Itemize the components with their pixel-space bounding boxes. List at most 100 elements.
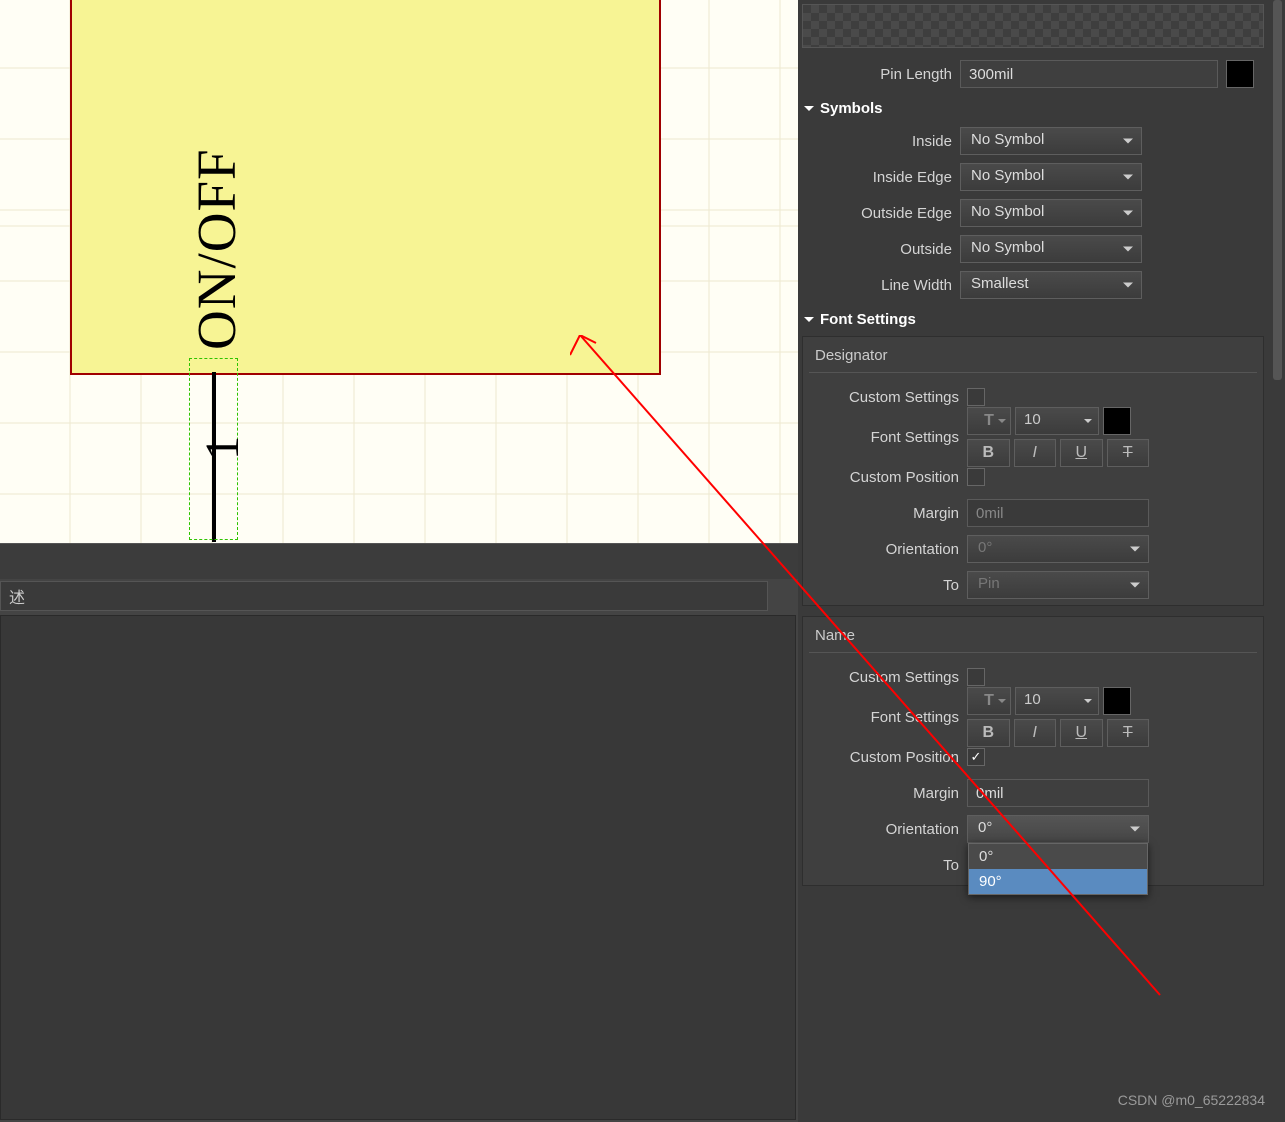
outside-dropdown[interactable]: No Symbol (960, 235, 1142, 263)
outside-label: Outside (802, 241, 952, 258)
name-font-color-swatch[interactable] (1103, 687, 1131, 715)
chevron-down-icon (1130, 547, 1140, 552)
bold-icon: B (982, 724, 994, 742)
pin-name-label: ON/OFF (185, 148, 248, 350)
chevron-down-icon (1130, 583, 1140, 588)
outside-edge-value: No Symbol (971, 203, 1044, 220)
preview-box (802, 4, 1264, 48)
strikethrough-icon: T (1123, 444, 1133, 462)
designator-header: Designator (809, 343, 1257, 373)
line-width-label: Line Width (802, 277, 952, 294)
panel-scrollbar[interactable] (1270, 0, 1285, 1122)
name-font-size-value: 10 (1024, 691, 1041, 708)
designator-custom-position-checkbox[interactable] (967, 468, 985, 486)
outside-edge-label: Outside Edge (802, 205, 952, 222)
chevron-down-icon (1130, 827, 1140, 832)
designator-group: Designator Custom Settings Font Settings… (802, 336, 1264, 606)
name-custom-position-label: Custom Position (809, 749, 959, 766)
underline-icon: U (1075, 724, 1087, 742)
font-settings-section-header[interactable]: Font Settings (802, 303, 1264, 334)
chevron-down-icon (998, 419, 1006, 423)
font-settings-header-text: Font Settings (820, 311, 916, 328)
pin-length-label: Pin Length (802, 66, 952, 83)
name-font-settings-label: Font Settings (809, 709, 959, 726)
chevron-down-icon (1084, 419, 1092, 423)
name-to-label: To (809, 857, 959, 874)
designator-custom-position-label: Custom Position (809, 469, 959, 486)
pin-length-input[interactable] (960, 60, 1218, 88)
outside-value: No Symbol (971, 239, 1044, 256)
collapse-icon (804, 317, 814, 322)
chevron-down-icon (1123, 211, 1133, 216)
strikethrough-icon: T (1123, 724, 1133, 742)
designator-bold-button[interactable]: B (967, 439, 1010, 467)
name-margin-label: Margin (809, 785, 959, 802)
name-font-size-dropdown[interactable]: 10 (1015, 687, 1099, 715)
designator-font-family-dropdown[interactable]: T (967, 407, 1011, 435)
name-orientation-label: Orientation (809, 821, 959, 838)
bold-icon: B (982, 444, 994, 462)
font-icon: T (984, 692, 994, 710)
schematic-canvas[interactable]: ON/OFF 1 (0, 0, 798, 543)
designator-orientation-dropdown: 0° (967, 535, 1149, 563)
inside-value: No Symbol (971, 131, 1044, 148)
designator-orientation-label: Orientation (809, 541, 959, 558)
designator-font-size-dropdown[interactable]: 10 (1015, 407, 1099, 435)
pin-color-swatch[interactable] (1226, 60, 1254, 88)
designator-to-value: Pin (978, 575, 1000, 592)
designator-margin-label: Margin (809, 505, 959, 522)
pin-number-label: 1 (195, 436, 250, 460)
name-italic-button[interactable]: I (1014, 719, 1057, 747)
chevron-down-icon (1123, 247, 1133, 252)
properties-panel: Pin Length Symbols Inside No Symbol Insi… (798, 0, 1270, 1122)
italic-icon: I (1033, 444, 1037, 462)
chevron-down-icon (1123, 283, 1133, 288)
scrollbar-thumb[interactable] (1273, 0, 1282, 380)
line-width-dropdown[interactable]: Smallest (960, 271, 1142, 299)
bottom-tab-bar (0, 543, 798, 579)
designator-custom-settings-label: Custom Settings (809, 389, 959, 406)
name-strike-button[interactable]: T (1107, 719, 1150, 747)
underline-icon: U (1075, 444, 1087, 462)
name-bold-button[interactable]: B (967, 719, 1010, 747)
designator-underline-button[interactable]: U (1060, 439, 1103, 467)
name-orientation-value: 0° (978, 819, 992, 836)
name-orientation-dropdown[interactable]: 0° 0° 90° (967, 815, 1149, 843)
font-icon: T (984, 412, 994, 430)
inside-label: Inside (802, 133, 952, 150)
name-orientation-options: 0° 90° (968, 843, 1148, 895)
name-custom-settings-checkbox[interactable] (967, 668, 985, 686)
outside-edge-dropdown[interactable]: No Symbol (960, 199, 1142, 227)
name-font-family-dropdown[interactable]: T (967, 687, 1011, 715)
inside-edge-value: No Symbol (971, 167, 1044, 184)
symbols-section-header[interactable]: Symbols (802, 92, 1264, 123)
log-area[interactable] (0, 615, 796, 1120)
orientation-option-90[interactable]: 90° (969, 869, 1147, 894)
inside-edge-dropdown[interactable]: No Symbol (960, 163, 1142, 191)
designator-to-dropdown: Pin (967, 571, 1149, 599)
designator-margin-input (967, 499, 1149, 527)
italic-icon: I (1033, 724, 1037, 742)
chevron-down-icon (1084, 699, 1092, 703)
description-input[interactable] (0, 581, 768, 611)
designator-font-color-swatch[interactable] (1103, 407, 1131, 435)
designator-to-label: To (809, 577, 959, 594)
name-custom-position-checkbox[interactable]: ✓ (967, 748, 985, 766)
designator-font-size-value: 10 (1024, 411, 1041, 428)
designator-font-settings-label: Font Settings (809, 429, 959, 446)
inside-edge-label: Inside Edge (802, 169, 952, 186)
line-width-value: Smallest (971, 275, 1029, 292)
watermark: CSDN @m0_65222834 (1118, 1092, 1265, 1108)
designator-italic-button[interactable]: I (1014, 439, 1057, 467)
designator-custom-settings-checkbox[interactable] (967, 388, 985, 406)
designator-orientation-value: 0° (978, 539, 992, 556)
inside-dropdown[interactable]: No Symbol (960, 127, 1142, 155)
name-underline-button[interactable]: U (1060, 719, 1103, 747)
chevron-down-icon (1123, 175, 1133, 180)
name-margin-input[interactable] (967, 779, 1149, 807)
orientation-option-0[interactable]: 0° (969, 844, 1147, 869)
designator-strike-button[interactable]: T (1107, 439, 1150, 467)
symbols-header-text: Symbols (820, 100, 883, 117)
name-group: Name Custom Settings Font Settings T (802, 616, 1264, 886)
chevron-down-icon (998, 699, 1006, 703)
